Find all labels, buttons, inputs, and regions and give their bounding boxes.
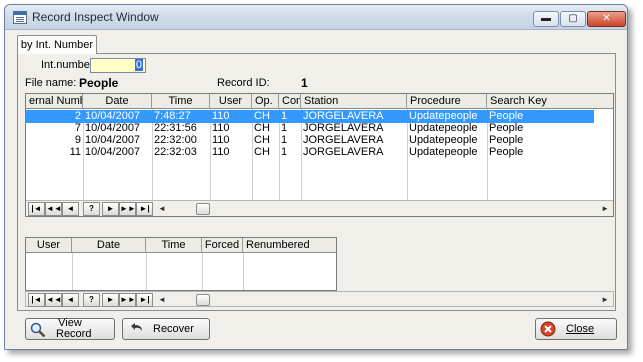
record-id-label: Record ID:: [217, 77, 270, 89]
table-cell: 22:32:03: [154, 146, 197, 158]
col-header-time[interactable]: Time: [152, 94, 210, 109]
table-cell: 110: [212, 146, 230, 158]
nav-last-button[interactable]: ►|: [136, 202, 153, 216]
view-record-button[interactable]: View Record: [25, 318, 115, 340]
records-navigator: |◄ ◄◄ ◄ ? ► ►► ►| ◄ ►: [26, 200, 613, 216]
scroll-left-icon[interactable]: ◄: [158, 204, 166, 213]
detail-col-user[interactable]: User: [26, 238, 72, 253]
recover-label: Recover: [153, 323, 194, 335]
detail-scroll-left-icon[interactable]: ◄: [158, 295, 166, 304]
detail-nav-prev-button[interactable]: ◄: [62, 293, 79, 307]
close-button[interactable]: Close: [535, 318, 617, 340]
detail-col-renumbered[interactable]: Renumbered: [243, 238, 336, 253]
table-cell: CH: [254, 146, 270, 158]
table-cell: JORGELAVERA: [303, 146, 384, 158]
close-label: Close: [566, 323, 595, 335]
detail-nav-query-button[interactable]: ?: [83, 293, 100, 307]
table-cell: 11: [69, 146, 81, 158]
col-header-search-key[interactable]: Search Key: [487, 94, 613, 109]
window-icon: [13, 11, 27, 24]
int-number-value: 0: [134, 59, 143, 71]
maximize-button[interactable]: ▢: [560, 11, 586, 27]
close-window-button[interactable]: ✕: [587, 11, 626, 27]
detail-col-time[interactable]: Time: [146, 238, 202, 253]
nav-next-page-button[interactable]: ►►: [119, 202, 136, 216]
int-number-label: Int.number:: [41, 59, 97, 71]
col-header-user[interactable]: User: [210, 94, 252, 109]
detail-scroll-thumb[interactable]: [196, 294, 210, 306]
view-record-label: View Record: [56, 317, 92, 340]
table-cell: People: [489, 146, 524, 158]
file-name-label: File name:: [25, 77, 77, 89]
file-name-value: People: [79, 76, 119, 90]
col-header-station[interactable]: Station: [301, 94, 407, 109]
nav-prev-button[interactable]: ◄: [62, 202, 79, 216]
col-header-procedure[interactable]: Procedure: [407, 94, 487, 109]
col-header-internal-number[interactable]: ernal Numb: [26, 94, 83, 109]
record-inspect-window: Record Inspect Window ▬ ▢ ✕ by Int. Numb…: [4, 4, 628, 350]
records-grid[interactable]: ernal Numb Date Time User Op. Com Statio…: [25, 93, 614, 217]
scroll-thumb[interactable]: [196, 203, 210, 215]
title-bar[interactable]: Record Inspect Window ▬ ▢ ✕: [5, 5, 627, 30]
record-id-value: 1: [301, 76, 308, 90]
detail-col-forced[interactable]: Forced: [202, 238, 243, 253]
detail-nav-last-button[interactable]: ►|: [136, 293, 153, 307]
minimize-button[interactable]: ▬: [533, 11, 559, 27]
nav-first-button[interactable]: |◄: [28, 202, 45, 216]
close-circle-icon: [540, 321, 556, 337]
detail-col-date[interactable]: Date: [72, 238, 146, 253]
nav-prev-page-button[interactable]: ◄◄: [45, 202, 62, 216]
window-title: Record Inspect Window: [32, 10, 159, 24]
scroll-right-icon[interactable]: ►: [601, 204, 609, 213]
col-header-com[interactable]: Com: [279, 94, 301, 109]
table-cell: 1: [281, 146, 288, 158]
records-hscrollbar[interactable]: ◄ ►: [156, 203, 611, 215]
undo-icon: [131, 323, 142, 331]
table-cell: Updatepeople: [409, 146, 478, 158]
table-row[interactable]: 11 10/04/2007 22:32:03 110 CH 1 JORGELAVERA Upd…: [26, 146, 594, 159]
detail-grid-header: User Date Time Forced Renumbered: [26, 238, 336, 253]
recover-button[interactable]: Recover: [122, 318, 210, 340]
col-header-date[interactable]: Date: [83, 94, 152, 109]
detail-hscrollbar[interactable]: ◄ ►: [156, 294, 611, 306]
records-grid-header: ernal Numb Date Time User Op. Com Statio…: [26, 94, 613, 109]
detail-nav-first-button[interactable]: |◄: [28, 293, 45, 307]
detail-scroll-right-icon[interactable]: ►: [601, 295, 609, 304]
int-number-input[interactable]: 0: [90, 58, 146, 73]
col-header-op[interactable]: Op.: [252, 94, 279, 109]
nav-query-button[interactable]: ?: [83, 202, 100, 216]
magnifier-icon: [30, 322, 46, 338]
detail-nav-prev-page-button[interactable]: ◄◄: [45, 293, 62, 307]
tab-by-int-number[interactable]: by Int. Number: [17, 35, 97, 54]
table-cell: 10/04/2007: [85, 146, 141, 158]
detail-grid[interactable]: User Date Time Forced Renumbered: [25, 237, 337, 291]
detail-nav-next-page-button[interactable]: ►►: [119, 293, 136, 307]
nav-next-button[interactable]: ►: [102, 202, 119, 216]
detail-navigator: |◄ ◄◄ ◄ ? ► ►► ►| ◄ ►: [25, 291, 614, 307]
detail-nav-next-button[interactable]: ►: [102, 293, 119, 307]
